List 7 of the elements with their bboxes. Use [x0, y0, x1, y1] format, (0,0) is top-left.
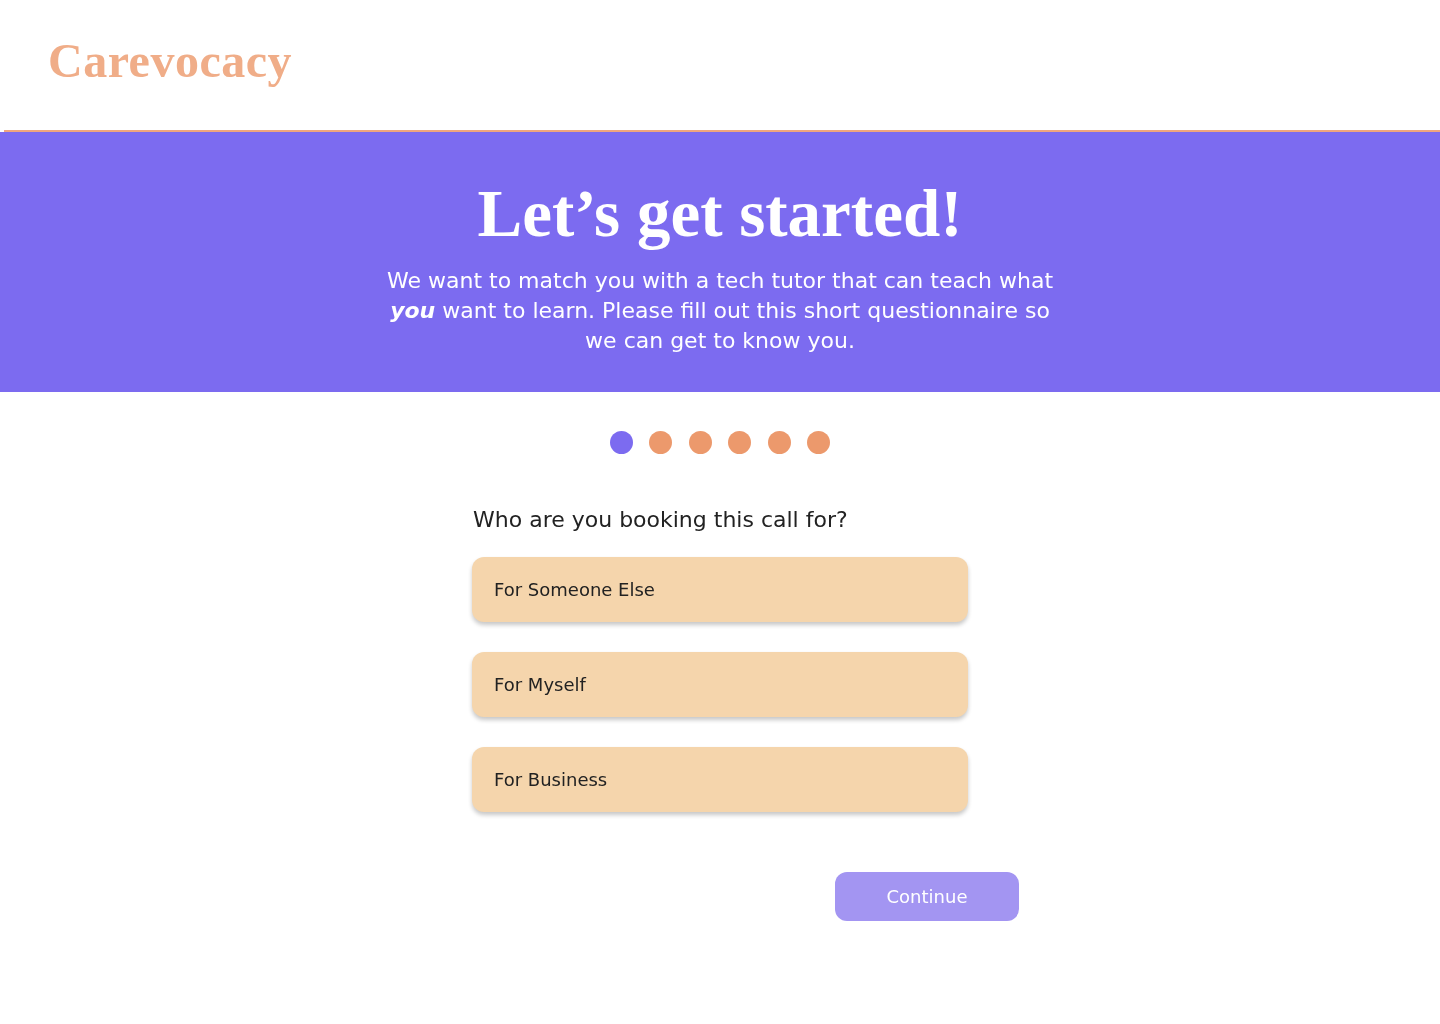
intro-paragraph: We want to match you with a tech tutor that can teach what you want to learn. Please fill out this short questionnaire so we can get to know you.	[386, 267, 1054, 355]
logo-wordmark: Carevocacy	[48, 37, 292, 85]
option-button[interactable]: For Myself	[472, 652, 968, 717]
page-title: Let’s get started!	[477, 175, 963, 252]
question-label: Who are you booking this call for?	[473, 506, 848, 534]
option-button[interactable]: For Business	[472, 747, 968, 812]
option-button[interactable]: For Someone Else	[472, 557, 968, 622]
